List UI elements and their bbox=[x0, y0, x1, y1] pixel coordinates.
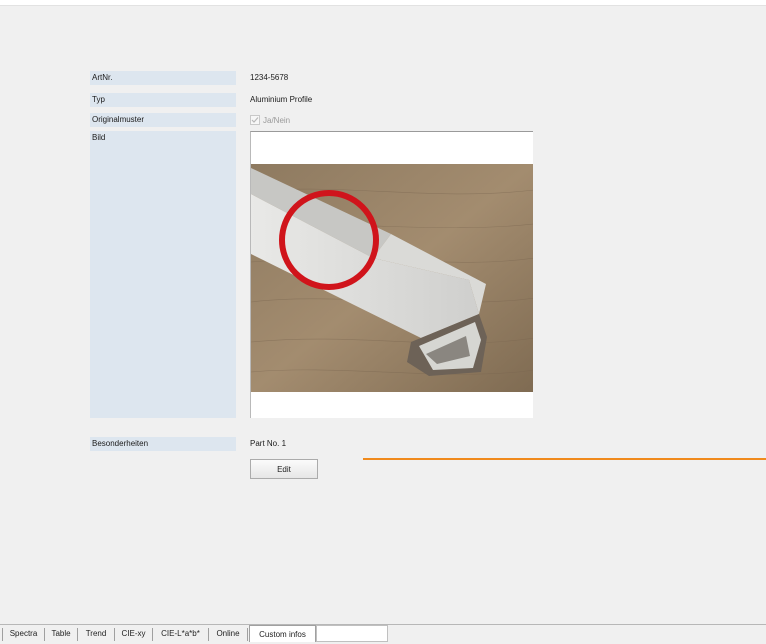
tab-trend[interactable]: Trend bbox=[77, 628, 114, 641]
aluminium-profile-photo bbox=[251, 132, 533, 418]
artnr-value: 1234-5678 bbox=[250, 73, 289, 82]
besonderheiten-value: Part No. 1 bbox=[250, 439, 287, 448]
artnr-label: ArtNr. bbox=[90, 71, 236, 85]
check-icon bbox=[251, 117, 259, 123]
typ-label: Typ bbox=[90, 93, 236, 107]
tab-custom-infos[interactable]: Custom infos bbox=[249, 625, 316, 642]
tab-cie-lab[interactable]: CIE-L*a*b* bbox=[152, 628, 208, 641]
typ-value: Aluminium Profile bbox=[250, 95, 313, 104]
bottom-tab-bar: Spectra Table Trend CIE-xy CIE-L*a*b* On… bbox=[0, 624, 766, 642]
originalmuster-checkbox[interactable]: Ja/Nein bbox=[250, 115, 290, 125]
bild-label: Bild bbox=[90, 131, 236, 418]
checkbox-box[interactable] bbox=[250, 115, 260, 125]
tab-spectra[interactable]: Spectra bbox=[2, 628, 44, 641]
tab-cie-xy[interactable]: CIE-xy bbox=[114, 628, 152, 641]
top-divider bbox=[0, 5, 766, 6]
checkbox-label: Ja/Nein bbox=[263, 115, 291, 125]
tab-table[interactable]: Table bbox=[44, 628, 77, 641]
originalmuster-label: Originalmuster bbox=[90, 113, 236, 127]
orange-annotation-line bbox=[363, 458, 766, 460]
edit-button[interactable]: Edit bbox=[250, 459, 318, 479]
tab-empty-area bbox=[316, 625, 388, 642]
bild-image-frame bbox=[250, 131, 533, 418]
tab-online[interactable]: Online bbox=[208, 628, 248, 641]
besonderheiten-label: Besonderheiten bbox=[90, 437, 236, 451]
